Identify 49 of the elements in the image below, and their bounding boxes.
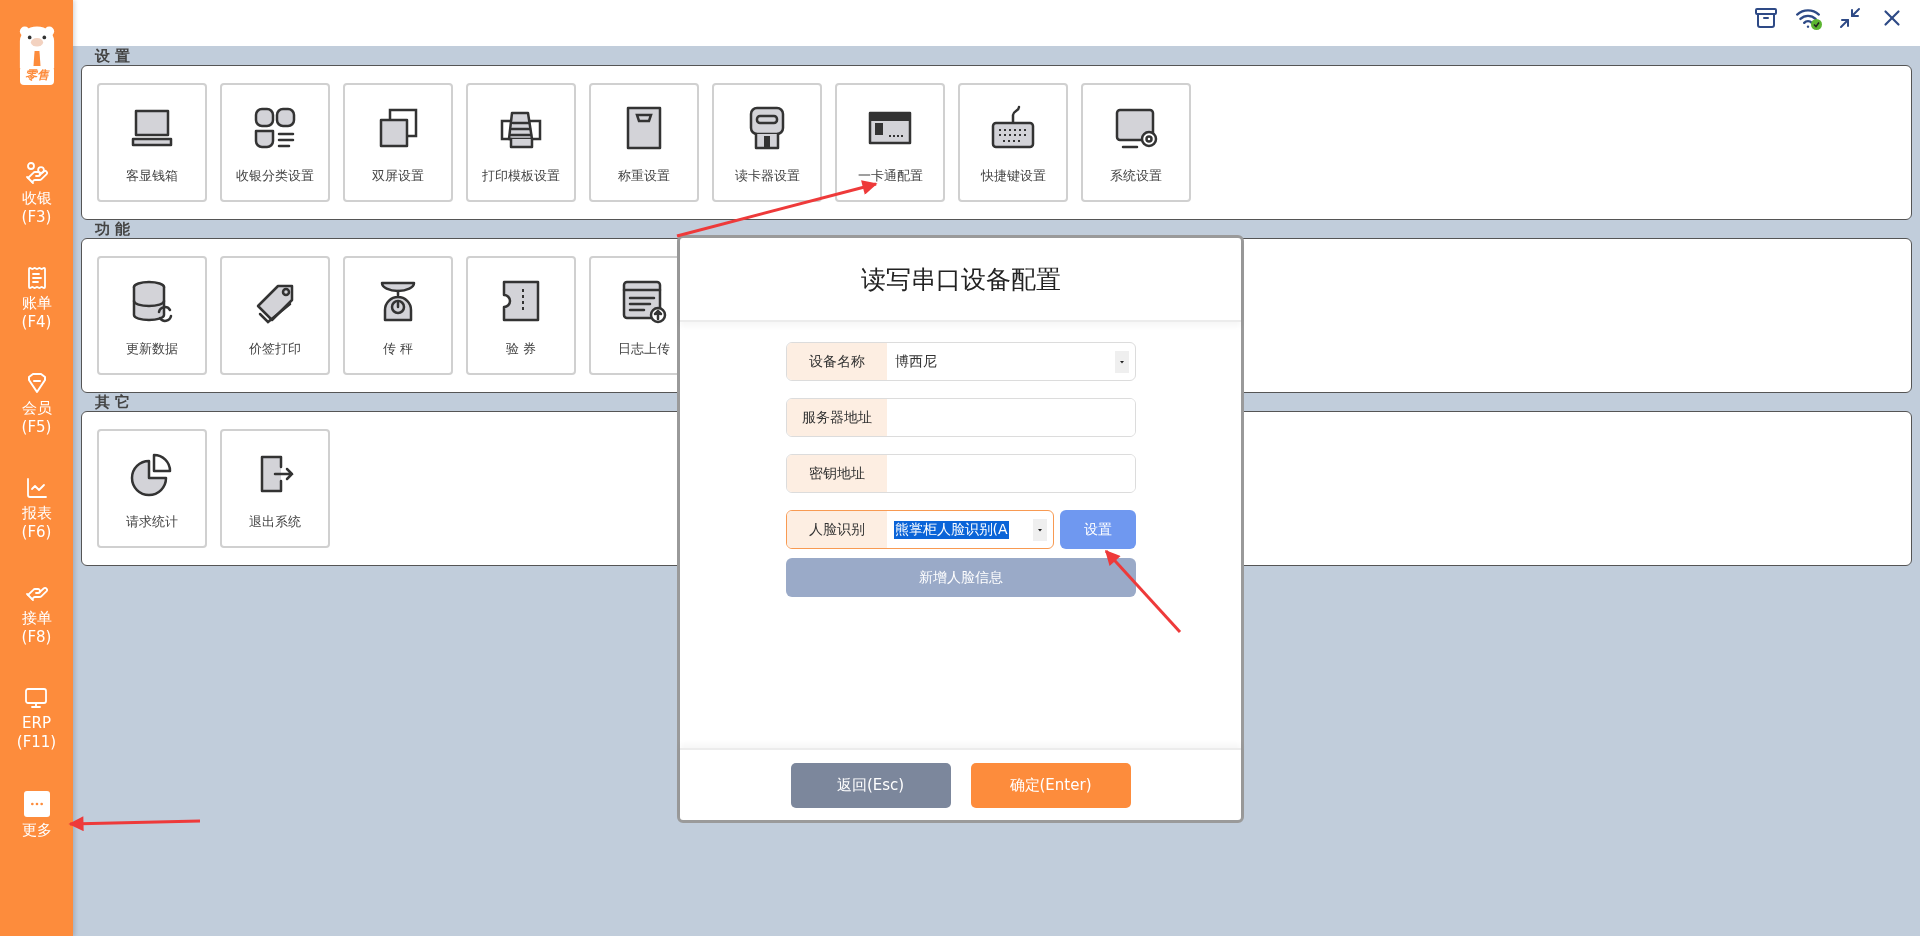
tile-label: 双屏设置 xyxy=(372,167,424,185)
tile-label: 退出系统 xyxy=(249,513,301,531)
form-field[interactable]: 密钥地址 xyxy=(785,454,1136,493)
more-icon xyxy=(23,791,50,817)
feature-tile[interactable]: 传 秤 xyxy=(343,256,453,375)
monitor-icon xyxy=(24,686,49,710)
tile-label: 客显钱箱 xyxy=(126,167,178,185)
feature-tile[interactable]: 更新数据 xyxy=(97,256,207,375)
select-field[interactable]: 人脸识别 熊掌柜人脸识别(A xyxy=(785,510,1054,549)
feature-tile[interactable]: 请求统计 xyxy=(97,429,207,548)
feature-tile[interactable]: 一卡通配置 xyxy=(835,83,945,202)
feature-tile[interactable]: 读卡器设置 xyxy=(712,83,822,202)
feature-tile[interactable]: 系统设置 xyxy=(1081,83,1191,202)
line-chart-icon xyxy=(24,476,49,500)
feature-tile[interactable]: 退出系统 xyxy=(220,429,330,548)
tile-label: 传 秤 xyxy=(382,340,414,358)
section-title: 其 它 xyxy=(95,394,131,411)
tile-label: 读卡器设置 xyxy=(734,167,800,185)
tile-label: 称重设置 xyxy=(618,167,670,185)
section-title: 设 置 xyxy=(95,48,131,65)
feature-tile[interactable]: 收银分类设置 xyxy=(220,83,330,202)
field-label: 密钥地址 xyxy=(786,455,887,492)
tile-label: 收银分类设置 xyxy=(236,167,314,185)
back-button[interactable]: 返回(Esc) xyxy=(790,762,951,808)
hand-coin-icon xyxy=(24,161,49,185)
tile-label: 验 券 xyxy=(505,340,537,358)
feature-tile[interactable]: 快捷键设置 xyxy=(958,83,1068,202)
feature-tile[interactable]: 价签打印 xyxy=(220,256,330,375)
select-field[interactable]: 设备名称 博西尼 xyxy=(785,342,1136,381)
field-label: 人脸识别 xyxy=(786,511,887,548)
form-field[interactable]: 服务器地址 xyxy=(785,398,1136,437)
feature-tile[interactable]: 打印模板设置 xyxy=(466,83,576,202)
tile-label: 打印模板设置 xyxy=(482,167,560,185)
tile-label: 价签打印 xyxy=(249,340,301,358)
tile-label: 系统设置 xyxy=(1110,167,1162,185)
field-label: 设备名称 xyxy=(786,343,887,380)
field-label: 服务器地址 xyxy=(786,399,887,436)
section-title: 功 能 xyxy=(95,221,131,238)
tile-label: 一卡通配置 xyxy=(857,167,923,185)
feature-tile[interactable]: 验 券 xyxy=(466,256,576,375)
logo-text: 零售 xyxy=(19,66,54,85)
tile-label: 更新数据 xyxy=(126,340,178,358)
tile-label: 日志上传 xyxy=(618,340,670,358)
tile-label: 快捷键设置 xyxy=(980,167,1046,185)
tile-label: 请求统计 xyxy=(126,513,178,531)
feature-tile[interactable]: 称重设置 xyxy=(589,83,699,202)
feature-tile[interactable]: 客显钱箱 xyxy=(97,83,207,202)
dialog-title: 读写串口设备配置 xyxy=(860,263,1061,296)
feature-tile[interactable]: 双屏设置 xyxy=(343,83,453,202)
